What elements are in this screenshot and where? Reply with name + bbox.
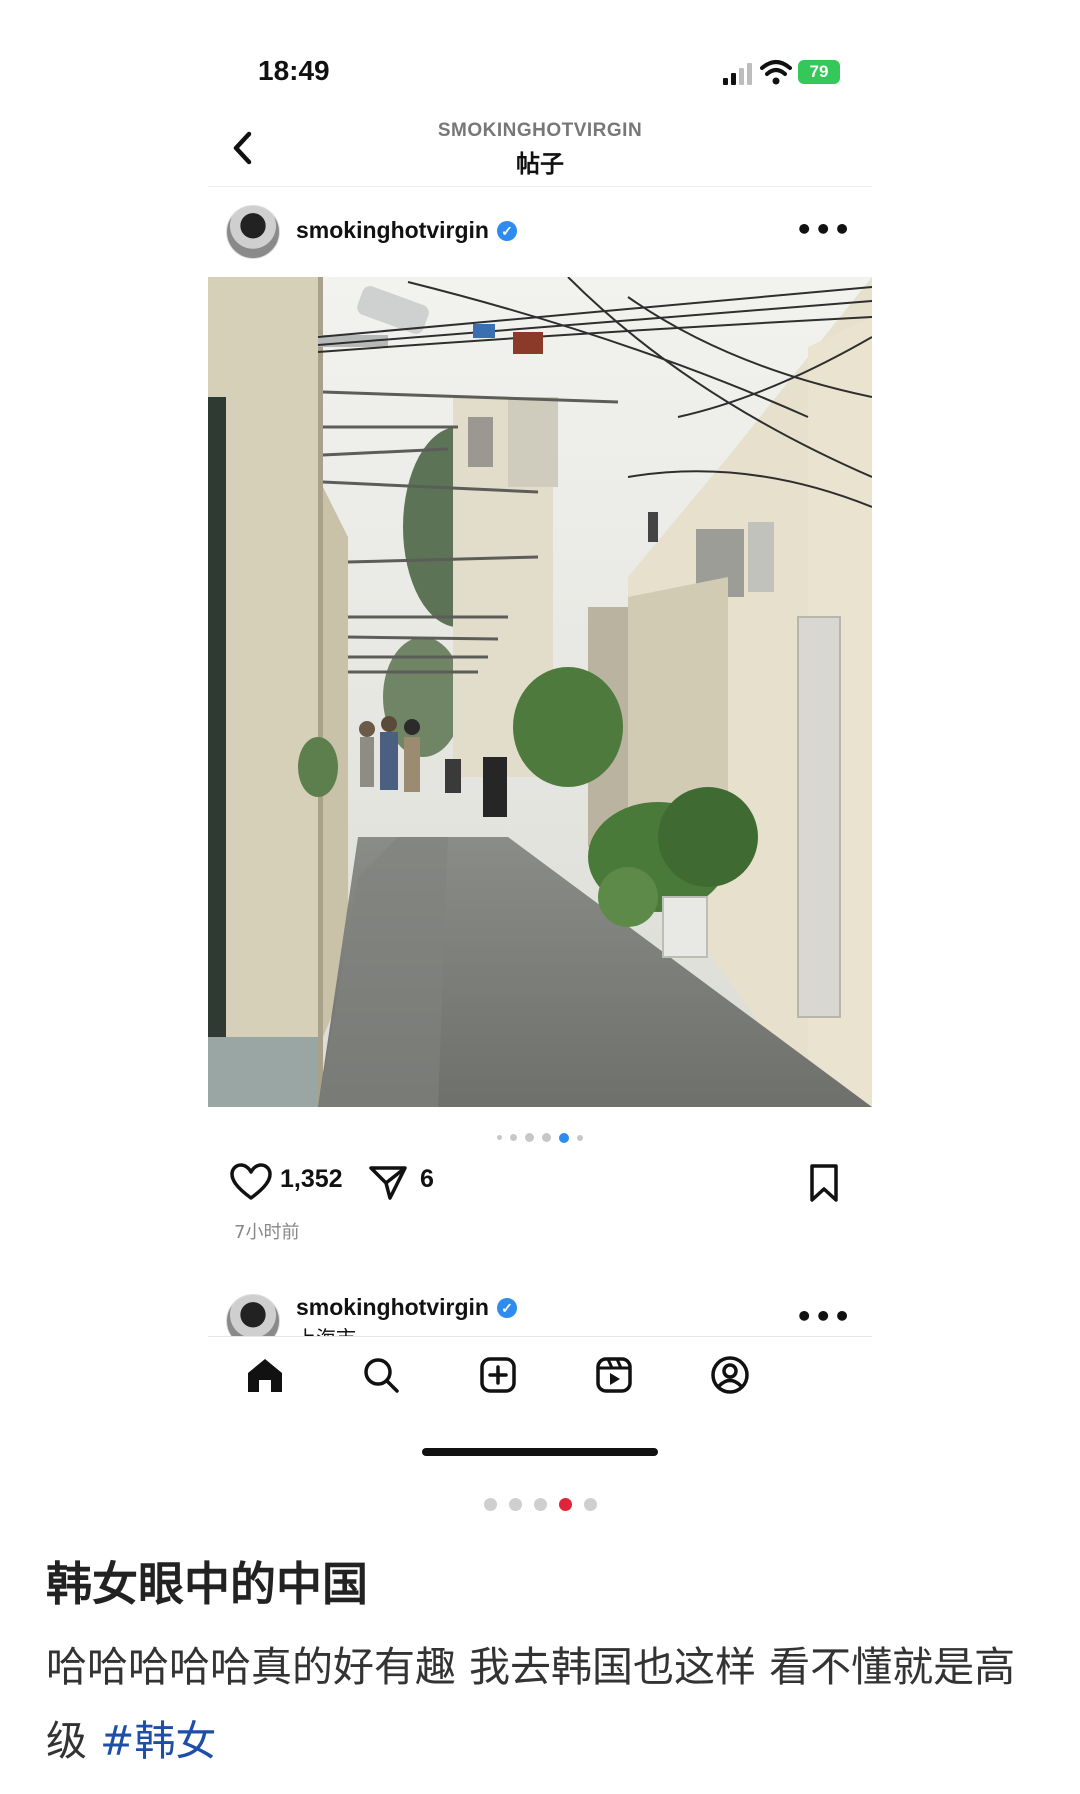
gallery-dot-active[interactable] [558,1498,572,1511]
carousel-dot [525,1133,534,1142]
status-time: 18:49 [258,55,330,86]
post-actions: 1,352 6 [208,1155,872,1215]
tab-create[interactable] [473,1350,523,1400]
tab-home[interactable] [240,1350,290,1400]
post-location[interactable]: 上海市 [296,1322,356,1336]
post-timestamp: 7小时前 [234,1222,300,1243]
tab-profile[interactable] [705,1350,755,1400]
username-text: smokinghotvirgin [296,1294,489,1320]
tab-search[interactable] [356,1350,406,1400]
wifi-icon [760,60,792,85]
share-count[interactable]: 6 [420,1165,434,1194]
header-account: SMOKINGHOTVIRGIN [437,120,643,141]
carousel-dot [510,1134,517,1141]
carousel-indicator [208,1127,872,1143]
battery-indicator: 79 [798,60,840,84]
gallery-dot[interactable] [583,1498,597,1511]
carousel-dot [497,1135,502,1140]
carousel-dot [542,1133,551,1142]
like-count[interactable]: 1,352 [280,1165,343,1194]
profile-icon [711,1356,749,1394]
search-icon [364,1358,399,1393]
carousel-dot-active [559,1132,569,1143]
post-username[interactable]: smokinghotvirgin ✓ [296,1294,517,1321]
phone-screenshot: 18:49 79 SMOKINGHOTVIRGIN 帖子 smokinghotv… [208,0,872,1480]
caption-title: 韩女眼中的中国 [46,1557,368,1611]
gallery-dot[interactable] [483,1498,497,1511]
post-username[interactable]: smokinghotvirgin ✓ [296,217,517,244]
gallery-dot[interactable] [508,1498,522,1511]
username-text: smokinghotvirgin [296,217,489,243]
page-title: 帖子 [516,150,564,178]
avatar[interactable] [226,1294,280,1336]
alley-photo [208,277,872,1107]
tab-reels[interactable] [589,1350,639,1400]
share-icon[interactable] [368,1163,408,1201]
create-icon [480,1357,516,1393]
post-author-row: smokinghotvirgin ✓ ••• [208,205,872,263]
post-header: SMOKINGHOTVIRGIN 帖子 [208,108,872,187]
bottom-tab-bar [208,1340,872,1410]
carousel-dot [577,1134,583,1141]
more-options-button[interactable]: ••• [795,1300,852,1333]
hashtag-link[interactable]: #韩女 [100,1717,216,1765]
verified-badge-icon: ✓ [496,1298,517,1318]
home-indicator [422,1448,658,1456]
more-options-button[interactable]: ••• [795,213,852,246]
gallery-page-indicator [0,1496,1080,1515]
caption-body: 哈哈哈哈哈真的好有趣 我去韩国也这样 看不懂就是高级 #韩女 [46,1630,1046,1778]
cellular-signal-icon [723,63,752,85]
avatar[interactable] [226,205,280,259]
post-photo[interactable] [208,277,872,1107]
bookmark-icon[interactable] [806,1163,842,1203]
gallery-dot[interactable] [533,1498,547,1511]
reels-icon [596,1357,632,1393]
next-post-author-row: smokinghotvirgin ✓ 上海市 ••• [208,1290,872,1337]
home-icon [248,1359,282,1392]
verified-badge-icon: ✓ [496,221,517,241]
heart-icon[interactable] [230,1163,272,1201]
